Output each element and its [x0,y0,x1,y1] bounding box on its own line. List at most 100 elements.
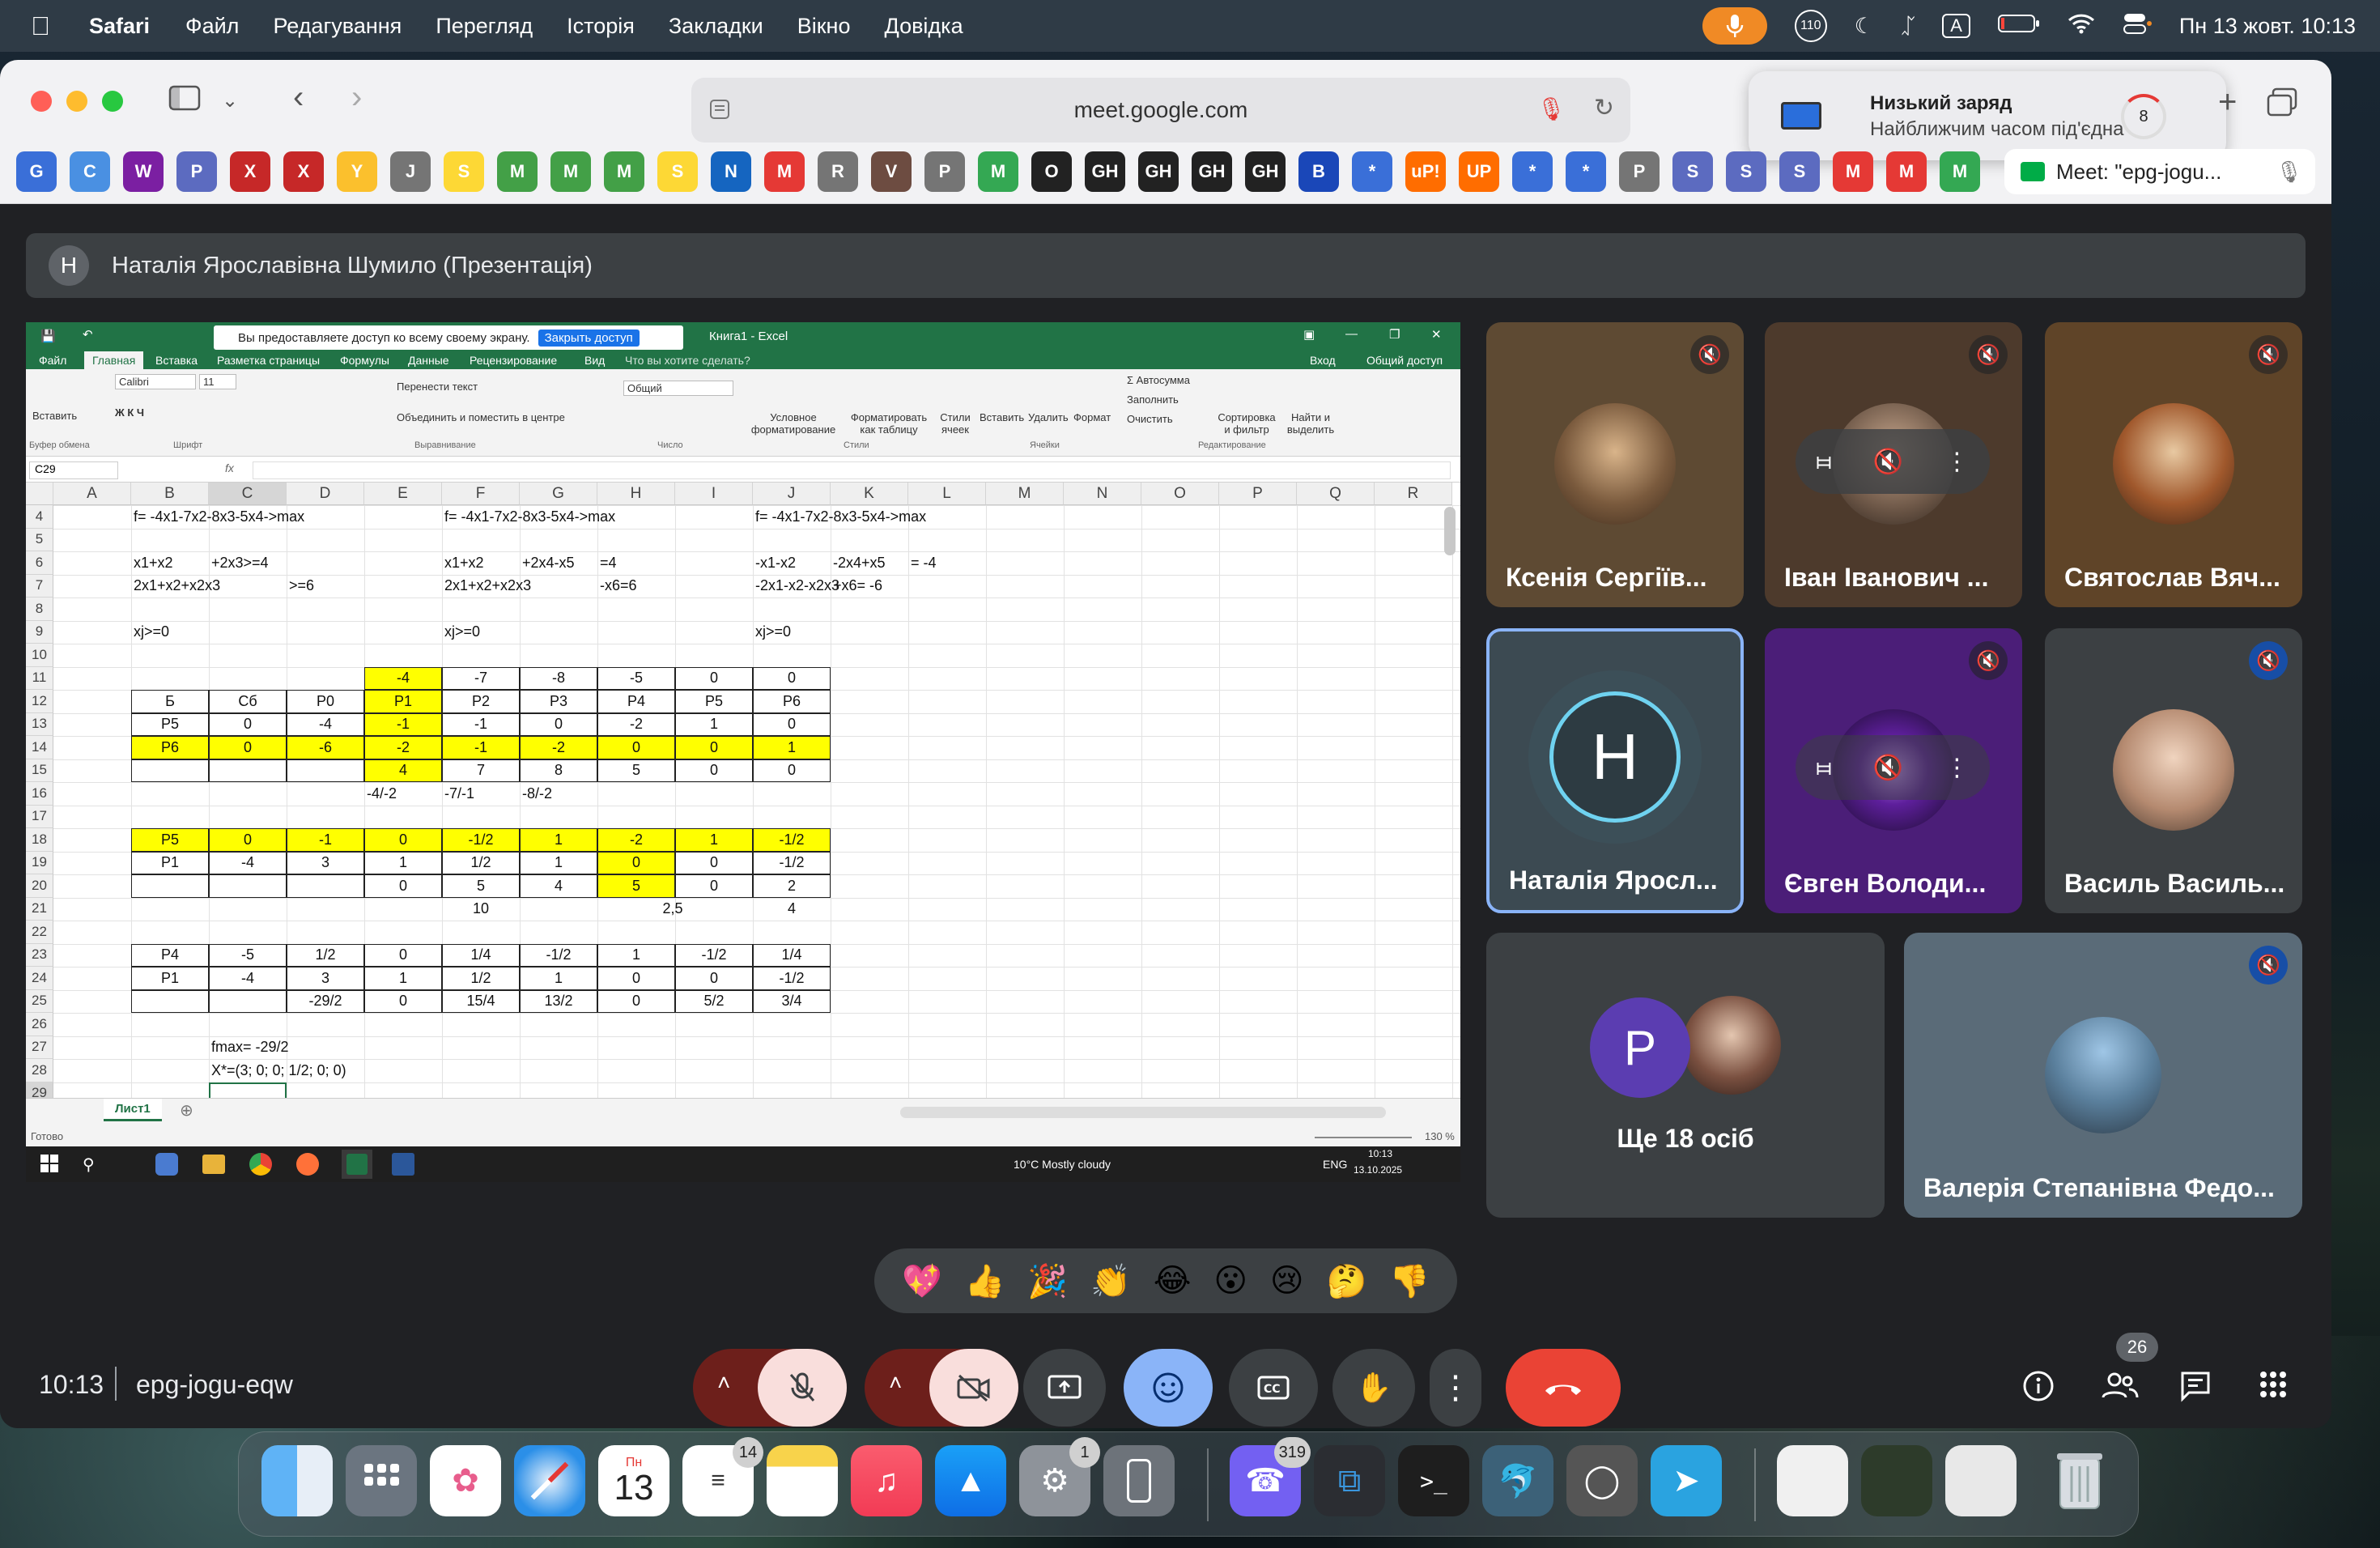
reaction-heart[interactable]: 💖 [902,1262,942,1300]
bookmark-favicon[interactable]: R [818,151,858,192]
table-cell[interactable]: Р5 [131,712,209,736]
bookmark-favicon[interactable]: P [176,151,217,192]
bookmark-favicon[interactable]: uP! [1405,151,1446,192]
conditional-format-button[interactable]: Условное форматирование [745,411,842,436]
table-cell[interactable]: 5 [442,874,520,898]
table-cell[interactable]: 0 [675,759,753,782]
table-cell[interactable]: -4 [287,712,364,736]
new-tab-icon[interactable]: + [2218,84,2237,121]
table-cell[interactable]: 5/2 [675,989,753,1013]
row-header[interactable]: 19 [26,851,53,874]
table-cell[interactable]: 0 [597,851,675,874]
menu-file[interactable]: Файл [185,14,239,39]
add-sheet-icon[interactable]: ⊕ [180,1100,193,1121]
bookmark-favicon[interactable]: * [1352,151,1392,192]
more-icon[interactable]: ⋮ [1944,754,1969,782]
merge-center-button[interactable]: Объединить и поместить в центре [397,411,565,423]
tile-hover-controls[interactable]: ⧦ 🔇 ⋮ [1796,735,1990,800]
table-cell[interactable]: -4 [209,851,287,874]
table-cell[interactable]: -1 [442,736,520,759]
weather-text[interactable]: 10°C Mostly cloudy [1014,1158,1111,1171]
table-cell[interactable]: 0 [675,967,753,990]
back-icon[interactable]: ‹ [293,79,304,116]
restore-icon[interactable]: ❐ [1389,327,1400,342]
recent-document-icon[interactable] [1777,1445,1848,1516]
tab-meet[interactable]: Meet: "epg-jogu... 🎙 [2004,149,2315,194]
mute-icon[interactable]: 🔇 [1873,448,1903,476]
minimize-window-button[interactable] [66,91,87,112]
table-cell[interactable]: 13/2 [520,989,597,1013]
row-header[interactable]: 17 [26,805,53,828]
bookmark-favicon[interactable]: M [1833,151,1873,192]
shared-screen[interactable]: 💾 ↶ Вы предоставляете доступ ко всему св… [26,322,1460,1216]
table-cell[interactable]: 0 [209,828,287,852]
reaction-laugh[interactable]: 😂 [1154,1262,1192,1299]
bookmark-favicon[interactable]: M [1940,151,1980,192]
reaction-surprised[interactable]: 😮 [1213,1262,1247,1299]
table-cell[interactable]: 0 [520,712,597,736]
table-cell[interactable]: 1/4 [753,943,831,967]
table-cell[interactable]: 1 [520,828,597,852]
chat-icon[interactable] [2179,1370,2212,1406]
participant-tile-1[interactable]: 🔇 Ксенія Сергіїв... [1486,322,1744,607]
row-header[interactable]: 7 [26,574,53,598]
cell-styles-button[interactable]: Стили ячеек [931,411,980,436]
column-header[interactable]: P [1219,483,1297,505]
table-cell[interactable]: 3 [287,967,364,990]
participant-tile-6[interactable]: 🔇 Василь Василь... [2045,628,2302,913]
table-cell[interactable]: 8 [520,759,597,782]
emoji-reactions-button[interactable] [1124,1349,1213,1427]
reminders-icon[interactable]: ≡ 14 [682,1437,763,1516]
bookmark-favicon[interactable]: X [230,151,270,192]
row-header[interactable]: 15 [26,759,53,782]
table-cell[interactable]: 0 [675,874,753,898]
viber-icon[interactable]: ☎ 319 [1230,1437,1311,1516]
bookmark-favicon[interactable]: M [978,151,1018,192]
format-table-button[interactable]: Форматировать как таблицу [848,411,929,436]
table-cell[interactable]: -4 [364,666,442,690]
column-header[interactable]: N [1064,483,1141,505]
table-cell[interactable]: Р2 [442,690,520,713]
tab-review[interactable]: Рецензирование [470,354,557,367]
table-cell[interactable]: 0 [364,828,442,852]
column-header[interactable]: H [597,483,675,505]
bookmark-favicon[interactable]: UP [1459,151,1499,192]
table-cell[interactable]: 0 [753,712,831,736]
tab-formulas[interactable]: Формулы [340,354,389,367]
battery-saver-icon[interactable]: 110 [1794,10,1827,42]
table-cell[interactable]: -7 [442,666,520,690]
table-cell[interactable]: -4 [209,967,287,990]
table-cell[interactable]: Р4 [131,943,209,967]
bookmark-favicon[interactable]: Y [337,151,377,192]
reaction-thinking[interactable]: 🤔 [1326,1262,1366,1300]
participant-tile-8[interactable]: 🔇 Валерія Степанівна Федо... [1904,933,2302,1218]
bookmark-favicon[interactable]: S [1672,151,1713,192]
row-header[interactable]: 27 [26,1036,53,1059]
column-header[interactable]: G [520,483,597,505]
iphone-mirroring-icon[interactable] [1103,1445,1175,1516]
row-header[interactable]: 10 [26,644,53,667]
menu-edit[interactable]: Редагування [273,14,402,39]
table-cell[interactable]: Р4 [597,690,675,713]
telegram-icon[interactable]: ➤ [1651,1445,1722,1516]
mic-in-use-icon[interactable] [1702,7,1767,45]
name-box[interactable]: C29 [29,461,118,479]
menu-view[interactable]: Перегляд [436,14,533,39]
table-cell[interactable]: Р6 [753,690,831,713]
table-cell[interactable]: -1/2 [753,851,831,874]
table-cell[interactable]: -29/2 [287,989,364,1013]
info-icon[interactable] [2022,1370,2055,1406]
undo-icon[interactable]: ↶ [83,327,93,342]
delete-cells-button[interactable]: Удалить [1028,411,1069,423]
tab-file[interactable]: Файл [39,354,66,367]
table-cell[interactable]: 1/2 [442,967,520,990]
settings-icon[interactable]: ⚙ 1 [1019,1437,1100,1516]
table-cell[interactable] [131,667,209,691]
font-size-select[interactable]: 11 [199,374,236,389]
tab-data[interactable]: Данные [408,354,449,367]
table-cell[interactable]: 0 [597,736,675,759]
zoom-slider[interactable] [1315,1137,1412,1138]
font-select[interactable]: Calibri [115,374,196,389]
menu-app-name[interactable]: Safari [89,14,150,39]
mic-off-button[interactable] [758,1349,847,1427]
